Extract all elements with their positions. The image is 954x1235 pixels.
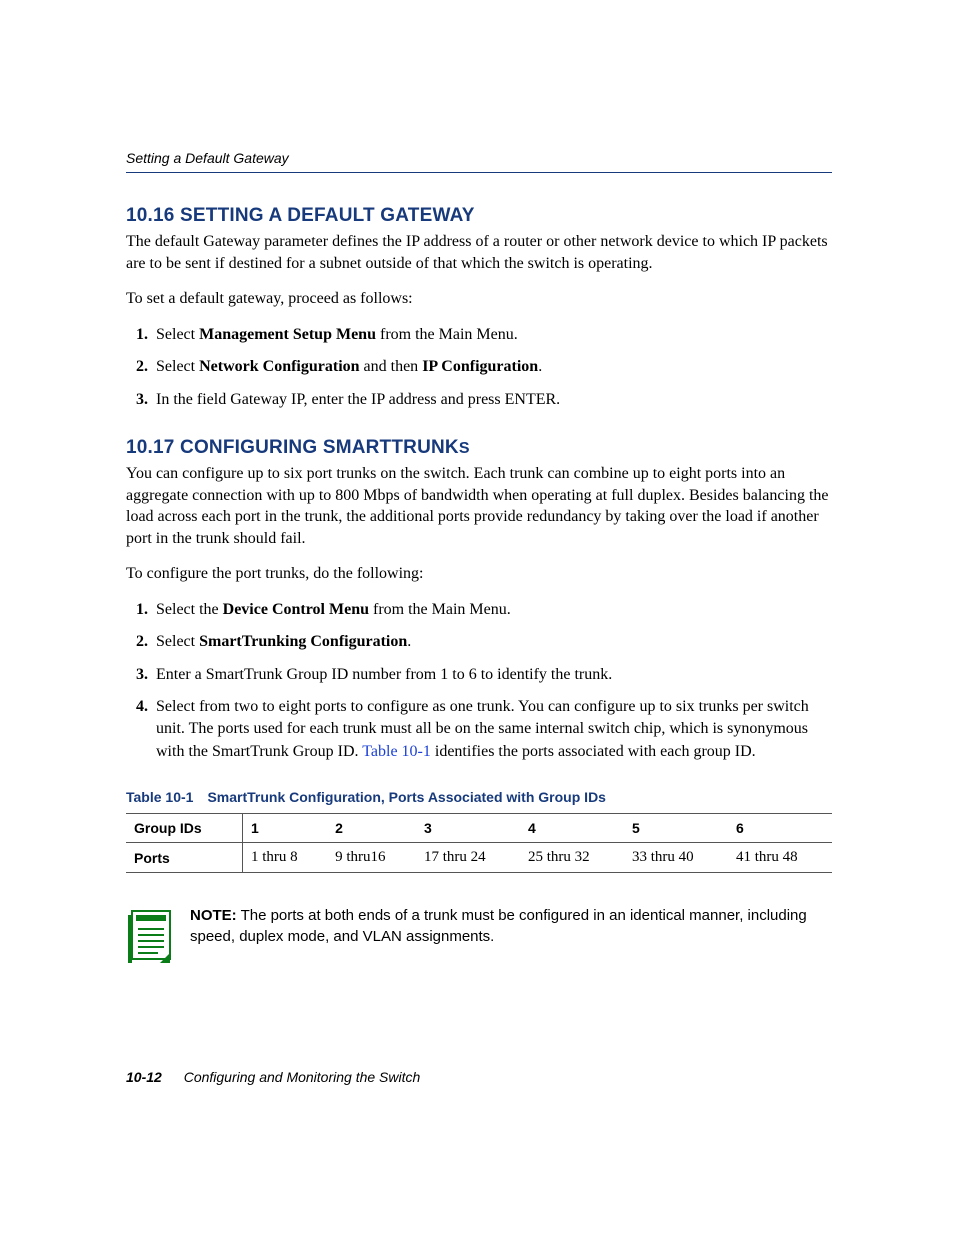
note-block: NOTE: The ports at both ends of a trunk … (126, 905, 832, 968)
table-cell: 25 thru 32 (520, 843, 624, 873)
section-title: SETTING A DEFAULT GATEWAY (180, 205, 475, 226)
step-bold: IP Configuration (422, 358, 538, 375)
table-caption-label: Table 10-1 (126, 789, 193, 805)
xref-table-10-1[interactable]: Table 10-1 (362, 743, 431, 760)
table-row: Group IDs 1 2 3 4 5 6 (126, 814, 832, 843)
step-item: In the field Gateway IP, enter the IP ad… (152, 389, 832, 411)
table-header: 2 (327, 814, 416, 843)
para-trunk-lead: To configure the port trunks, do the fol… (126, 563, 832, 585)
table-cell: 33 thru 40 (624, 843, 728, 873)
step-bold: Management Setup Menu (199, 326, 376, 343)
section-default-gateway: 10.16 SETTING A DEFAULT GATEWAY The defa… (126, 205, 832, 411)
chapter-title: Configuring and Monitoring the Switch (184, 1069, 421, 1085)
table-header: 4 (520, 814, 624, 843)
steps-gateway: Select Management Setup Menu from the Ma… (126, 324, 832, 411)
table-rowlabel: Ports (126, 843, 243, 873)
step-bold: Device Control Menu (223, 601, 369, 618)
step-text: Select the (156, 601, 223, 618)
step-text: Enter a SmartTrunk Group ID number from … (156, 666, 612, 683)
running-head: Setting a Default Gateway (126, 150, 832, 173)
step-text: from the Main Menu. (376, 326, 518, 343)
table-header: 6 (728, 814, 832, 843)
step-text: Select (156, 633, 199, 650)
table-row: Ports 1 thru 8 9 thru16 17 thru 24 25 th… (126, 843, 832, 873)
section-title: CONFIGURING SMARTTRUNK (180, 437, 459, 458)
step-text: . (407, 633, 411, 650)
step-item: Enter a SmartTrunk Group ID number from … (152, 664, 832, 686)
step-text: from the Main Menu. (369, 601, 511, 618)
para-trunk-intro: You can configure up to six port trunks … (126, 463, 832, 549)
step-bold: Network Configuration (199, 358, 359, 375)
heading-10-17: 10.17 CONFIGURING SMARTTRUNKS (126, 437, 832, 459)
note-text: NOTE: The ports at both ends of a trunk … (190, 905, 832, 947)
step-item: Select from two to eight ports to config… (152, 696, 832, 763)
step-item: Select Network Configuration and then IP… (152, 356, 832, 378)
step-text: . (538, 358, 542, 375)
step-item: Select SmartTrunking Configuration. (152, 631, 832, 653)
table-caption: Table 10-1 SmartTrunk Configuration, Port… (126, 789, 832, 805)
table-cell: 1 thru 8 (243, 843, 328, 873)
step-text: Select (156, 358, 199, 375)
page-number: 10-12 (126, 1069, 162, 1085)
section-title-sc: S (459, 440, 470, 457)
step-bold: SmartTrunking Configuration (199, 633, 407, 650)
step-text: and then (360, 358, 423, 375)
step-text: Select (156, 326, 199, 343)
para-gateway-lead: To set a default gateway, proceed as fol… (126, 288, 832, 310)
table-header: 1 (243, 814, 328, 843)
note-label: NOTE: (190, 907, 237, 924)
section-smarttrunks: 10.17 CONFIGURING SMARTTRUNKS You can co… (126, 437, 832, 763)
page: Setting a Default Gateway 10.16 SETTING … (0, 0, 954, 1235)
table-header: 3 (416, 814, 520, 843)
step-text: identifies the ports associated with eac… (431, 743, 756, 760)
page-footer: 10-12 Configuring and Monitoring the Swi… (126, 1069, 420, 1085)
heading-10-16: 10.16 SETTING A DEFAULT GATEWAY (126, 205, 832, 227)
step-text: In the field Gateway IP, enter the IP ad… (156, 391, 560, 408)
steps-trunk: Select the Device Control Menu from the … (126, 599, 832, 763)
para-gateway-intro: The default Gateway parameter defines th… (126, 231, 832, 274)
note-icon (126, 905, 174, 968)
table-cell: 41 thru 48 (728, 843, 832, 873)
table-header: 5 (624, 814, 728, 843)
table-smarttrunk-groups: Group IDs 1 2 3 4 5 6 Ports 1 thru 8 9 t… (126, 813, 832, 873)
section-number: 10.17 (126, 437, 175, 458)
step-item: Select the Device Control Menu from the … (152, 599, 832, 621)
table-caption-title: SmartTrunk Configuration, Ports Associat… (207, 789, 606, 805)
table-cell: 17 thru 24 (416, 843, 520, 873)
step-item: Select Management Setup Menu from the Ma… (152, 324, 832, 346)
section-number: 10.16 (126, 205, 175, 226)
table-cell: 9 thru16 (327, 843, 416, 873)
note-body: The ports at both ends of a trunk must b… (190, 907, 807, 945)
table-rowlabel: Group IDs (126, 814, 243, 843)
